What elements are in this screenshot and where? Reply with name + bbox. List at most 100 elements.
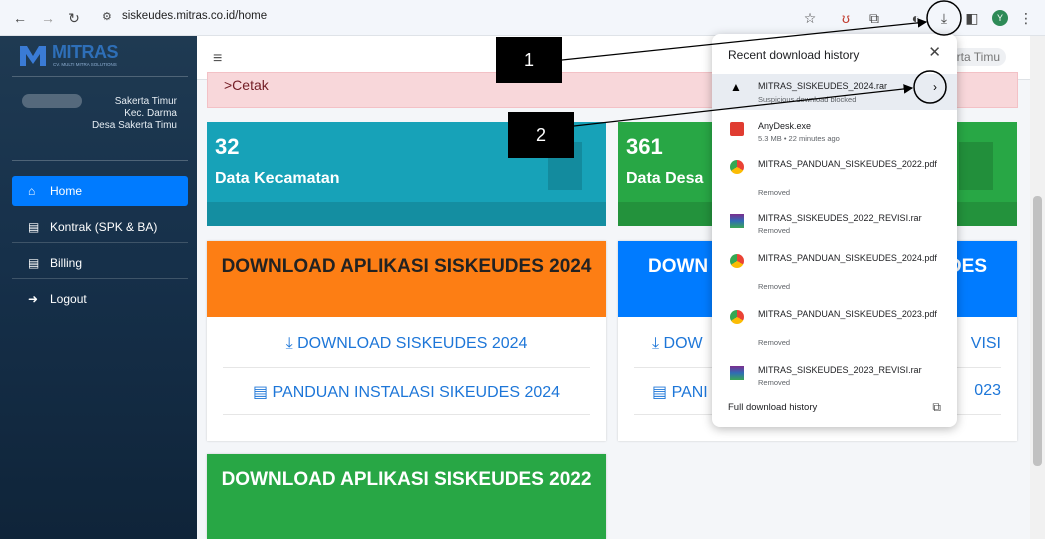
anydesk-icon: [730, 122, 744, 136]
annotation-number: 2: [535, 124, 546, 145]
download-name: AnyDesk.exe: [758, 121, 812, 131]
chevron-right-icon[interactable]: ›: [933, 80, 937, 94]
forward-icon[interactable]: →: [38, 8, 58, 28]
download-status: Removed: [758, 188, 791, 197]
link-label: 023: [974, 382, 1001, 399]
document-icon: ▤: [28, 220, 40, 234]
card-divider: [223, 414, 590, 415]
link-label: PANI: [671, 384, 708, 401]
sidebar-divider: [12, 76, 188, 77]
download-item[interactable]: MITRAS_PANDUAN_SISKEUDES_2022.pdf Remove…: [712, 154, 957, 202]
logo-subtitle: CV. MULTI MITRA SOLUTIONS: [53, 62, 117, 67]
card-title-partial: DOWN: [648, 256, 709, 277]
bookmark-star-icon[interactable]: ☆: [800, 8, 820, 28]
sidebar-item-kontrak[interactable]: ▤ Kontrak (SPK & BA): [12, 212, 188, 242]
building-icon: [959, 142, 993, 190]
browser-toolbar: ← → ↻ ⚙ siskeudes.mitras.co.id/home ☆ ʊ …: [0, 0, 1045, 36]
download-icon: ⤓: [285, 335, 293, 352]
download-status: Removed: [758, 226, 791, 235]
annotation-number: 1: [523, 49, 534, 70]
link-label: PANDUAN INSTALASI SIKEUDES 2024: [272, 384, 561, 401]
file-icon: ▤: [28, 256, 40, 270]
sidebar-item-label: Kontrak (SPK & BA): [50, 220, 158, 234]
annotation-label-2: 2: [508, 112, 574, 158]
chrome-icon: [730, 160, 744, 174]
card-title: DOWNLOAD APLIKASI SISKEUDES 2022: [221, 469, 592, 490]
download-card-2022: DOWNLOAD APLIKASI SISKEUDES 2022: [207, 454, 606, 539]
site-settings-icon[interactable]: ⚙: [102, 10, 112, 23]
sidebar: MITRAS CV. MULTI MITRA SOLUTIONS Sakerta…: [0, 36, 197, 539]
popup-title: Recent download history: [728, 48, 860, 62]
download-card-2024: DOWNLOAD APLIKASI SISKEUDES 2024 ⤓ DOWNL…: [207, 241, 606, 441]
download-name: MITRAS_SISKEUDES_2022_REVISI.rar: [758, 213, 922, 223]
stat-value: 361: [626, 134, 663, 159]
sidebar-item-logout[interactable]: ➜ Logout: [12, 284, 188, 314]
address-bar[interactable]: ⚙ siskeudes.mitras.co.id/home: [98, 6, 828, 30]
download-status: 5.3 MB • 22 minutes ago: [758, 134, 840, 143]
warning-icon: ▲: [730, 80, 742, 94]
chrome-icon: [730, 254, 744, 268]
close-icon[interactable]: ✕: [928, 43, 941, 61]
download-item[interactable]: MITRAS_PANDUAN_SISKEUDES_2024.pdf Remove…: [712, 248, 957, 296]
browser-menu-icon[interactable]: ⋮: [1016, 8, 1036, 28]
link-label: VISI: [970, 335, 1001, 352]
user-kecamatan: Kec. Darma: [124, 108, 177, 119]
side-panel-icon[interactable]: ◧: [962, 8, 982, 28]
full-download-history-link[interactable]: Full download history: [728, 402, 817, 413]
home-icon: ⌂: [28, 184, 36, 198]
reload-icon[interactable]: ↻: [64, 8, 84, 28]
mitras-logo: MITRAS CV. MULTI MITRA SOLUTIONS: [18, 42, 168, 70]
card-header-2022: DOWNLOAD APLIKASI SISKEUDES 2022: [207, 454, 606, 539]
download-siskeudes-2024-link[interactable]: ⤓ DOWNLOAD SISKEUDES 2024: [223, 335, 590, 353]
download-name: MITRAS_SISKEUDES_2023_REVISI.rar: [758, 365, 922, 375]
stat-footer: [207, 202, 606, 226]
download-item[interactable]: MITRAS_SISKEUDES_2023_REVISI.rar Removed: [712, 360, 957, 394]
download-status: Removed: [758, 282, 791, 291]
download-item[interactable]: ▲ MITRAS_SISKEUDES_2024.rar Suspicious d…: [712, 74, 957, 110]
sidebar-item-label: Home: [50, 184, 83, 198]
annotation-label-1: 1: [496, 37, 562, 83]
extension-icon[interactable]: ʊ: [836, 8, 856, 28]
archive-icon: [730, 366, 744, 380]
book-icon: ▤: [652, 384, 668, 401]
card-title: DOWNLOAD APLIKASI SISKEUDES 2024: [221, 256, 592, 277]
back-icon[interactable]: ←: [10, 8, 30, 28]
open-external-icon[interactable]: ⧉: [932, 400, 941, 415]
stat-label: Data Kecamatan: [215, 170, 340, 187]
download-item[interactable]: MITRAS_SISKEUDES_2022_REVISI.rar Removed: [712, 208, 957, 242]
download-name: MITRAS_PANDUAN_SISKEUDES_2024.pdf: [758, 253, 937, 263]
user-panel: Sakerta Timur Kec. Darma Desa Sakerta Ti…: [92, 96, 177, 132]
logo-mark-icon: [20, 46, 46, 66]
card-divider: [223, 367, 590, 368]
download-item[interactable]: AnyDesk.exe 5.3 MB • 22 minutes ago: [712, 116, 957, 150]
page-scrollbar[interactable]: [1030, 36, 1045, 539]
scroll-thumb[interactable]: [1033, 196, 1042, 466]
menu-toggle-icon[interactable]: ≡: [213, 50, 222, 68]
sidebar-divider: [12, 160, 188, 161]
user-name: Sakerta Timur: [114, 96, 177, 107]
download-item[interactable]: MITRAS_PANDUAN_SISKEUDES_2023.pdf Remove…: [712, 304, 957, 352]
extensions-puzzle-icon[interactable]: ⧉: [864, 8, 884, 28]
profile-avatar[interactable]: Y: [990, 8, 1010, 28]
user-avatar: [22, 94, 82, 108]
url-text[interactable]: siskeudes.mitras.co.id/home: [122, 10, 267, 22]
card-header-2024: DOWNLOAD APLIKASI SISKEUDES 2024: [207, 241, 606, 317]
sidebar-item-home[interactable]: ⌂ Home: [12, 176, 188, 206]
logout-icon: ➜: [28, 292, 39, 306]
sidebar-item-billing[interactable]: ▤ Billing: [12, 248, 188, 278]
download-status: Suspicious download blocked: [758, 95, 857, 104]
extension-2-icon[interactable]: ◐: [906, 8, 926, 28]
archive-icon: [730, 214, 744, 228]
panduan-2024-link[interactable]: ▤ PANDUAN INSTALASI SIKEUDES 2024: [223, 382, 590, 402]
navbar-user[interactable]: rta Timu: [950, 48, 1006, 66]
book-icon: ▤: [252, 384, 269, 401]
download-name: MITRAS_PANDUAN_SISKEUDES_2022.pdf: [758, 159, 937, 169]
download-name: MITRAS_SISKEUDES_2024.rar: [758, 81, 888, 91]
sidebar-divider: [12, 278, 188, 279]
sidebar-item-label: Billing: [50, 256, 83, 270]
alert-text: >Cetak: [224, 77, 269, 93]
download-icon[interactable]: ⤓: [934, 8, 954, 28]
sidebar-item-label: Logout: [50, 292, 87, 306]
download-icon: ⤓: [652, 335, 660, 352]
download-history-popup: Recent download history ✕ ▲ MITRAS_SISKE…: [712, 34, 957, 427]
